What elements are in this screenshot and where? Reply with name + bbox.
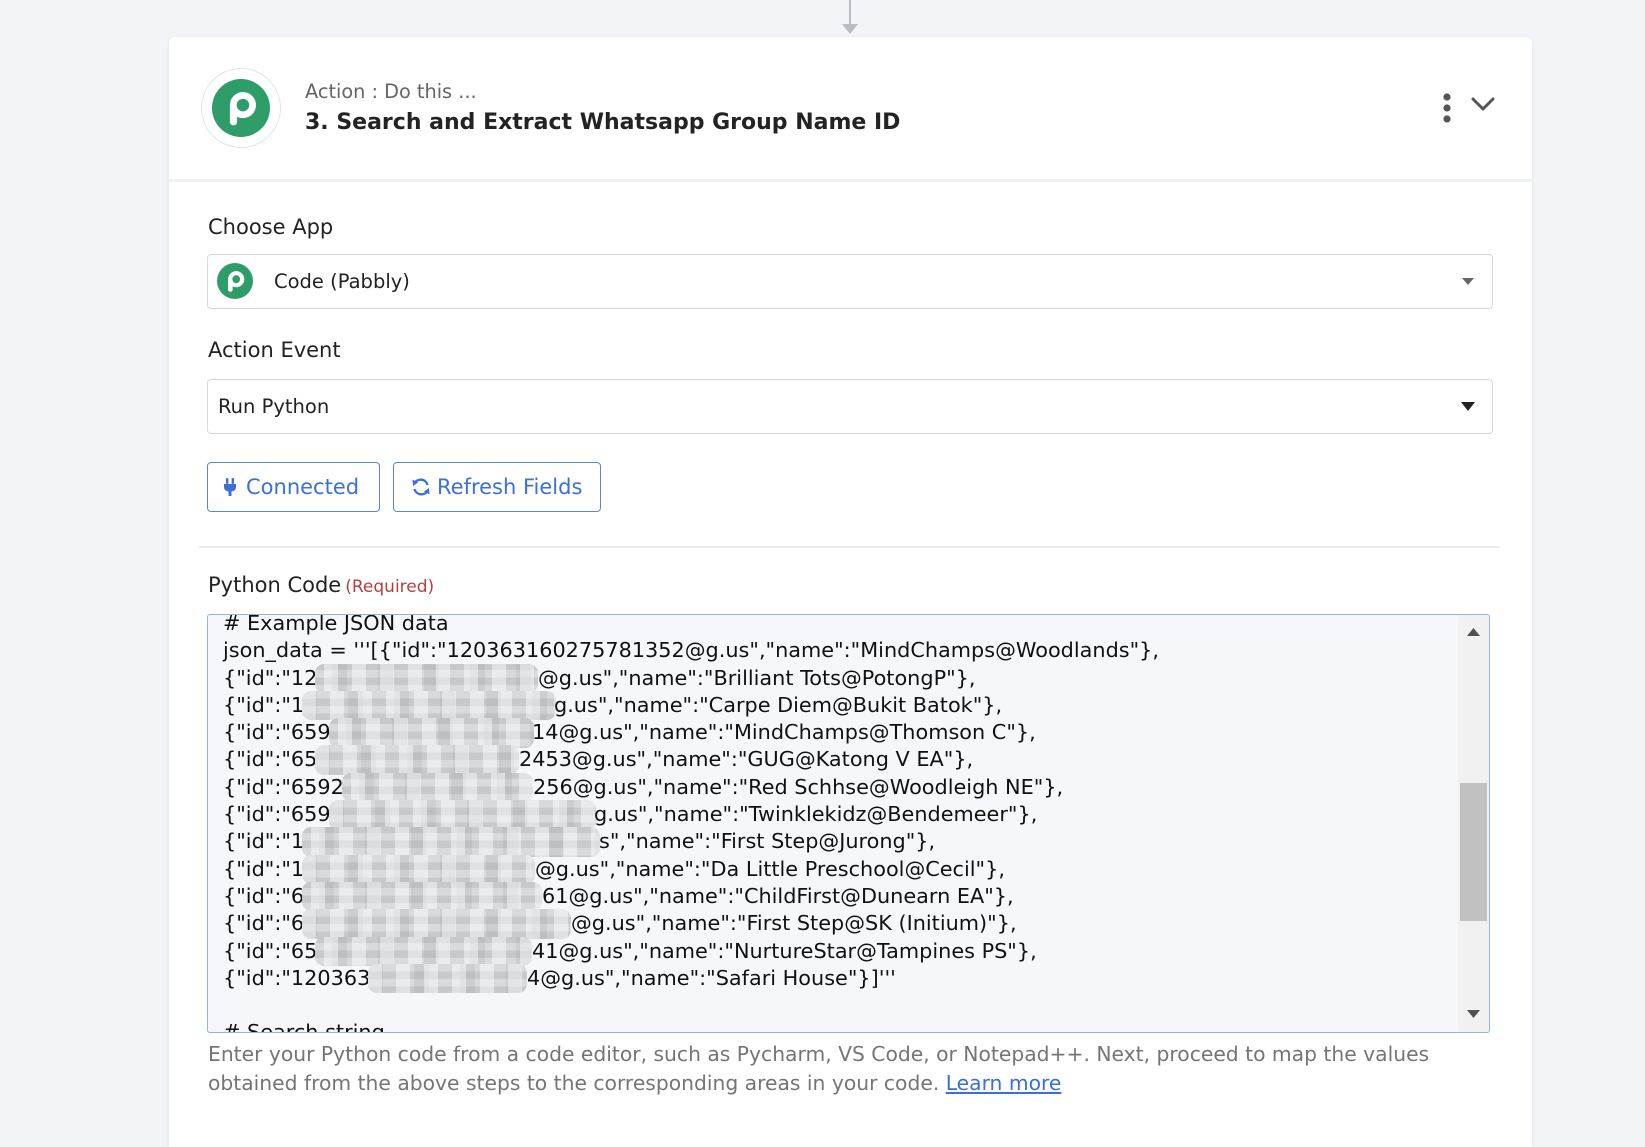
code-line: {"id":"65 2453@g.us","name":"GUG@Katong V…	[223, 745, 1449, 775]
code-line: {"id":"6 61@g.us","name":"ChildFirst@Dune…	[223, 881, 1449, 912]
code-line: {"id":"6592 256@g.us","name":"Red Schhse@…	[223, 772, 1449, 803]
code-line-text: # Example JSON data	[223, 614, 449, 635]
help-text: Enter your Python code from a code edito…	[208, 1042, 1430, 1095]
code-content[interactable]: # Example JSON data json_data = '''[{"id…	[223, 614, 1449, 1033]
redacted-region	[315, 745, 519, 775]
connected-button-label: Connected	[246, 475, 360, 499]
code-line: # Example JSON data	[223, 614, 1449, 637]
refresh-icon	[412, 478, 430, 496]
redacted-region	[342, 772, 533, 803]
learn-more-link[interactable]: Learn more	[946, 1071, 1062, 1095]
code-line: {"id":"65 41@g.us","name":"NurtureStar@Ta…	[223, 936, 1449, 967]
code-line-suffix: 4@g.us","name":"Safari House"}]'''	[527, 965, 896, 990]
code-line-suffix: 256@g.us","name":"Red Schhse@Woodleigh N…	[533, 774, 1064, 799]
code-line-suffix: @g.us","name":"First Step@SK (Initium)"}…	[571, 911, 1017, 936]
code-line-suffix: 41@g.us","name":"NurtureStar@Tampines PS…	[532, 938, 1037, 963]
code-line-prefix: {"id":"65	[223, 747, 318, 772]
step-subtitle: Action : Do this ...	[305, 80, 477, 103]
required-indicator: (Required)	[345, 577, 435, 597]
code-line-prefix: {"id":"659	[223, 802, 331, 827]
python-code-help-text: Enter your Python code from a code edito…	[208, 1040, 1498, 1098]
code-line-prefix: {"id":"1	[223, 829, 305, 854]
redacted-region	[302, 827, 600, 857]
code-line-prefix: {"id":"659	[223, 720, 331, 745]
caret-down-icon	[1462, 278, 1474, 285]
python-code-label-text: Python Code	[208, 573, 342, 597]
code-line: # Search string	[223, 1019, 1449, 1033]
pabbly-logo-icon	[212, 79, 270, 137]
code-line-suffix: g.us","name":"Twinklekidz@Bendemeer"},	[594, 802, 1038, 827]
refresh-fields-button[interactable]: Refresh Fields	[393, 462, 601, 512]
refresh-fields-button-label: Refresh Fields	[437, 475, 583, 499]
choose-app-select[interactable]: Code (Pabbly)	[207, 254, 1493, 309]
caret-down-icon	[1461, 402, 1475, 411]
redacted-region	[315, 663, 538, 694]
redacted-region	[302, 690, 556, 721]
more-options-icon[interactable]	[1437, 89, 1457, 127]
connected-button[interactable]: Connected	[207, 462, 380, 512]
code-line-suffix: s","name":"First Step@Jurong"},	[599, 829, 936, 854]
header-divider	[169, 179, 1532, 182]
code-line: {"id":"659 14@g.us","name":"MindChamps@Th…	[223, 718, 1449, 748]
code-line: {"id":"6 @g.us","name":"First Step@SK (In…	[223, 909, 1449, 939]
step-app-logo	[201, 68, 281, 148]
redacted-region	[329, 718, 534, 748]
action-event-value: Run Python	[218, 395, 330, 418]
choose-app-label: Choose App	[208, 215, 334, 239]
redacted-region	[315, 936, 532, 967]
plug-icon	[224, 478, 236, 496]
code-line-suffix: @g.us","name":"Brilliant Tots@PotongP"},	[538, 665, 976, 690]
code-line-suffix: 61@g.us","name":"ChildFirst@Dunearn EA"}…	[542, 883, 1014, 908]
code-line-prefix: {"id":"120363	[223, 965, 371, 990]
code-line: {"id":"12 @g.us","name":"Brilliant Tots@P…	[223, 663, 1449, 694]
section-divider	[199, 546, 1500, 548]
code-line: {"id":"1 s","name":"First Step@Jurong"},	[223, 827, 1449, 857]
pabbly-logo-icon	[217, 263, 253, 299]
code-line: {"id":"659 g.us","name":"Twinklekidz@Bend…	[223, 800, 1449, 830]
code-line-prefix: {"id":"6592	[223, 774, 344, 799]
code-line-prefix: {"id":"1	[223, 856, 305, 881]
code-line: {"id":"120363 4@g.us","name":"Safari Hous…	[223, 963, 1449, 994]
scroll-down-arrow-icon[interactable]	[1466, 1009, 1481, 1019]
code-line-suffix: 14@g.us","name":"MindChamps@Thomson C"},	[532, 720, 1036, 745]
code-line-suffix: @g.us","name":"Da Little Preschool@Cecil…	[535, 856, 1005, 881]
scrollbar-thumb[interactable]	[1460, 783, 1487, 921]
redacted-region	[302, 854, 535, 885]
chevron-down-icon[interactable]	[1470, 93, 1496, 115]
redacted-region	[302, 909, 571, 939]
arrow-down-icon	[842, 24, 858, 34]
action-event-select[interactable]: Run Python	[207, 379, 1493, 434]
code-line-prefix: {"id":"12	[223, 665, 318, 690]
code-line-prefix: {"id":"6	[223, 911, 305, 936]
code-line: {"id":"1 g.us","name":"Carpe Diem@Bukit B…	[223, 690, 1449, 721]
redacted-region	[329, 800, 596, 830]
code-line: {"id":"1 @g.us","name":"Da Little Prescho…	[223, 854, 1449, 885]
python-code-label: Python Code (Required)	[208, 573, 434, 599]
redacted-region	[302, 881, 542, 912]
python-code-editor[interactable]: # Example JSON data json_data = '''[{"id…	[207, 614, 1490, 1033]
action-step-card: Action : Do this ... 3. Search and Extra…	[169, 37, 1532, 1147]
step-title[interactable]: 3. Search and Extract Whatsapp Group Nam…	[305, 108, 900, 138]
code-line-prefix: {"id":"65	[223, 938, 318, 963]
code-line-prefix: {"id":"1	[223, 692, 305, 717]
scroll-up-arrow-icon[interactable]	[1466, 627, 1481, 637]
code-line-prefix: {"id":"6	[223, 883, 305, 908]
code-line: json_data = '''[{"id":"12036316027578135…	[223, 637, 1449, 664]
code-line-text: # Search string	[223, 1020, 385, 1033]
code-line-suffix: g.us","name":"Carpe Diem@Bukit Batok"},	[554, 692, 1003, 717]
code-line-suffix: 2453@g.us","name":"GUG@Katong V EA"},	[519, 747, 974, 772]
code-editor-scrollbar[interactable]	[1458, 615, 1489, 1032]
code-line-text: json_data = '''[{"id":"12036316027578135…	[223, 638, 1160, 663]
choose-app-value: Code (Pabbly)	[274, 270, 410, 293]
action-event-label: Action Event	[208, 338, 341, 362]
redacted-region	[368, 963, 527, 994]
